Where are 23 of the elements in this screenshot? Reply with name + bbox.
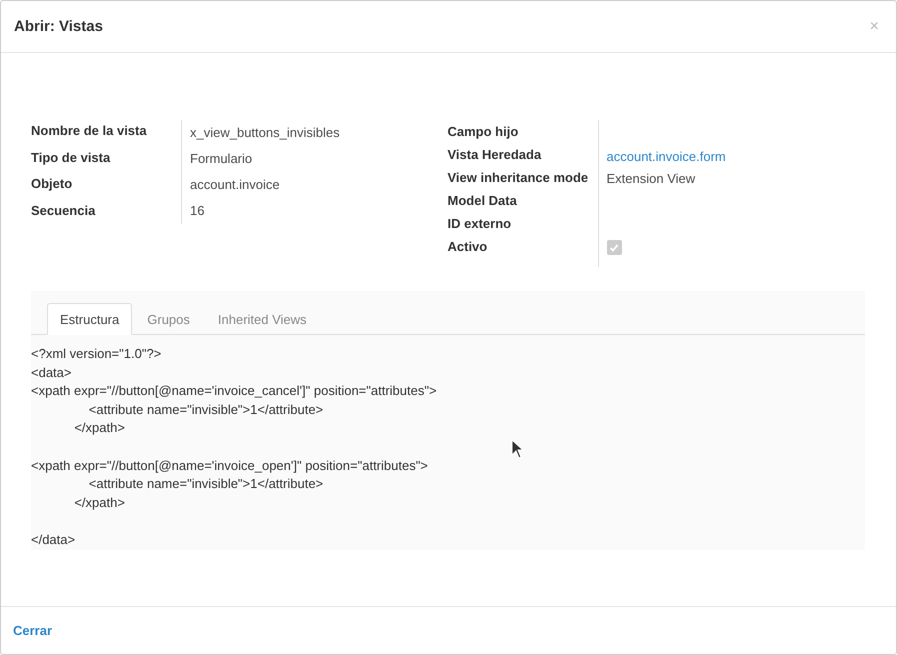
field-label: View inheritance mode (448, 170, 590, 187)
field-label: Campo hijo (448, 124, 520, 141)
dialog-title: Abrir: Vistas (14, 18, 103, 35)
tab[interactable]: Grupos (134, 303, 203, 335)
field-value: 16 (190, 202, 204, 218)
field-label: Objeto (31, 175, 74, 193)
field-label: Activo (448, 239, 488, 256)
tab[interactable]: Estructura (47, 303, 132, 335)
field-label: Tipo de vista (31, 148, 112, 167)
field-value: Formulario (190, 150, 252, 166)
close-dialog-button[interactable]: Cerrar (13, 623, 52, 638)
field-label: Nombre de la vista (31, 122, 148, 140)
field-value: Extension View (606, 171, 696, 186)
xml-code: <?xml version="1.0"?> <data> <xpath expr="//button[@name='invoice_cancel']" position="attributes"> <attribute name="invisible">1</attribute> </xpath> <xpath expr="//button[@name='invoice_open']" position="attributes"> <attribute name="invisible">1</attribute> </xpath> </data> (31, 345, 437, 549)
mouse-pointer-icon (511, 439, 524, 460)
field-label: Model Data (448, 193, 518, 210)
field-label: Vista Heredada (448, 147, 542, 164)
field-value: x_view_buttons_invisibles (190, 124, 340, 140)
field-label: Secuencia (31, 202, 96, 220)
field-label: ID externo (448, 216, 512, 233)
field-value: account.invoice (190, 176, 280, 192)
tab[interactable]: Inherited Views (204, 303, 320, 335)
field-link[interactable]: account.invoice.form (606, 149, 726, 164)
